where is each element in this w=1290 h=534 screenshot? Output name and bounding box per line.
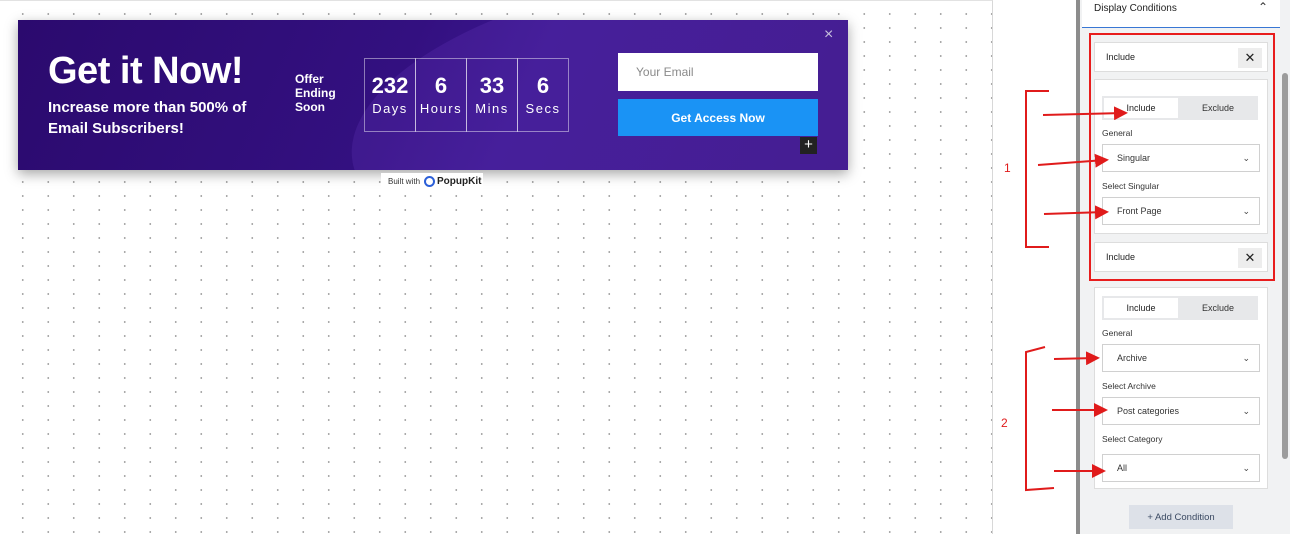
annotation-arrow [1042,106,1128,121]
annotation-arrows [1025,90,1128,492]
annotation-arrow [1037,153,1109,168]
annotation-arrow [1053,351,1100,366]
annotation-bracket-2 [1025,346,1055,492]
annotation-arrow [1043,205,1109,220]
